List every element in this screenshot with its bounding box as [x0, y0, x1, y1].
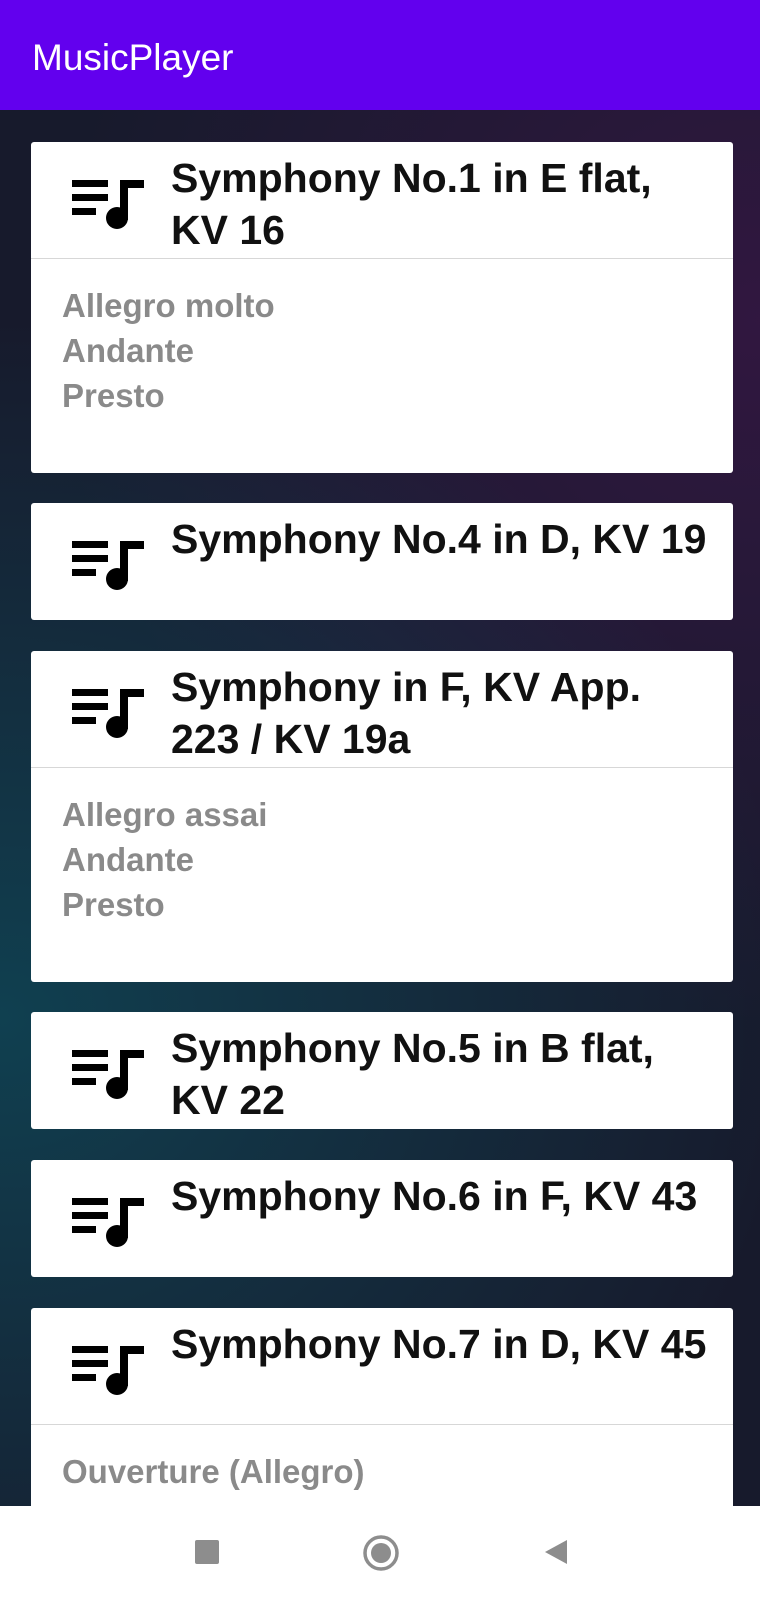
symphony-title: Symphony in F, KV App. 223 / KV 19a	[171, 664, 641, 762]
symphony-card-header[interactable]: Symphony No.7 in D, KV 45	[31, 1308, 733, 1425]
symphony-card[interactable]: Symphony in F, KV App. 223 / KV 19a Alle…	[31, 651, 733, 982]
symphony-title: Symphony No.6 in F, KV 43	[171, 1173, 698, 1219]
movement-item[interactable]: Ouverture (Allegro)	[62, 1449, 702, 1494]
symphony-list[interactable]: Symphony No.1 in E flat, KV 16 Allegro m…	[0, 110, 760, 1506]
symphony-card[interactable]: Symphony No.1 in E flat, KV 16 Allegro m…	[31, 142, 733, 473]
recents-square-icon[interactable]	[194, 1539, 220, 1565]
symphony-title: Symphony No.7 in D, KV 45	[171, 1321, 707, 1367]
playlist-music-icon	[72, 180, 144, 229]
symphony-card[interactable]: Symphony No.7 in D, KV 45 Ouverture (All…	[31, 1308, 733, 1506]
movement-item[interactable]: Allegro assai	[62, 792, 702, 837]
symphony-card[interactable]: Symphony No.4 in D, KV 19	[31, 503, 733, 620]
symphony-card-header[interactable]: Symphony in F, KV App. 223 / KV 19a	[31, 651, 733, 768]
symphony-card[interactable]: Symphony No.5 in B flat, KV 22	[31, 1012, 733, 1129]
playlist-music-icon	[72, 541, 144, 590]
symphony-card-header[interactable]: Symphony No.4 in D, KV 19	[31, 503, 733, 620]
movement-item[interactable]: Presto	[62, 882, 702, 927]
playlist-music-icon	[72, 1050, 144, 1099]
symphony-card-header[interactable]: Symphony No.1 in E flat, KV 16	[31, 142, 733, 259]
movement-list: Ouverture (Allegro)	[31, 1425, 733, 1506]
playlist-music-icon	[72, 1198, 144, 1247]
home-circle-icon[interactable]	[362, 1534, 400, 1572]
symphony-card-header[interactable]: Symphony No.5 in B flat, KV 22	[31, 1012, 733, 1129]
movement-item[interactable]: Allegro molto	[62, 283, 702, 328]
app-title: MusicPlayer	[32, 37, 234, 78]
navigation-bar	[0, 1506, 760, 1600]
symphony-card-header[interactable]: Symphony No.6 in F, KV 43	[31, 1160, 733, 1277]
movement-item[interactable]: Presto	[62, 373, 702, 418]
playlist-music-icon	[72, 1346, 144, 1395]
symphony-title: Symphony No.5 in B flat, KV 22	[171, 1025, 654, 1123]
symphony-title: Symphony No.1 in E flat, KV 16	[171, 155, 652, 253]
movement-list: Allegro assai Andante Presto	[31, 768, 733, 982]
symphony-title: Symphony No.4 in D, KV 19	[171, 516, 707, 562]
app-bar: MusicPlayer	[0, 0, 760, 110]
movement-item[interactable]: Andante	[62, 837, 702, 882]
symphony-card[interactable]: Symphony No.6 in F, KV 43	[31, 1160, 733, 1277]
movement-list: Allegro molto Andante Presto	[31, 259, 733, 473]
playlist-music-icon	[72, 689, 144, 738]
movement-item[interactable]: Andante	[62, 328, 702, 373]
back-triangle-icon[interactable]	[543, 1538, 569, 1566]
